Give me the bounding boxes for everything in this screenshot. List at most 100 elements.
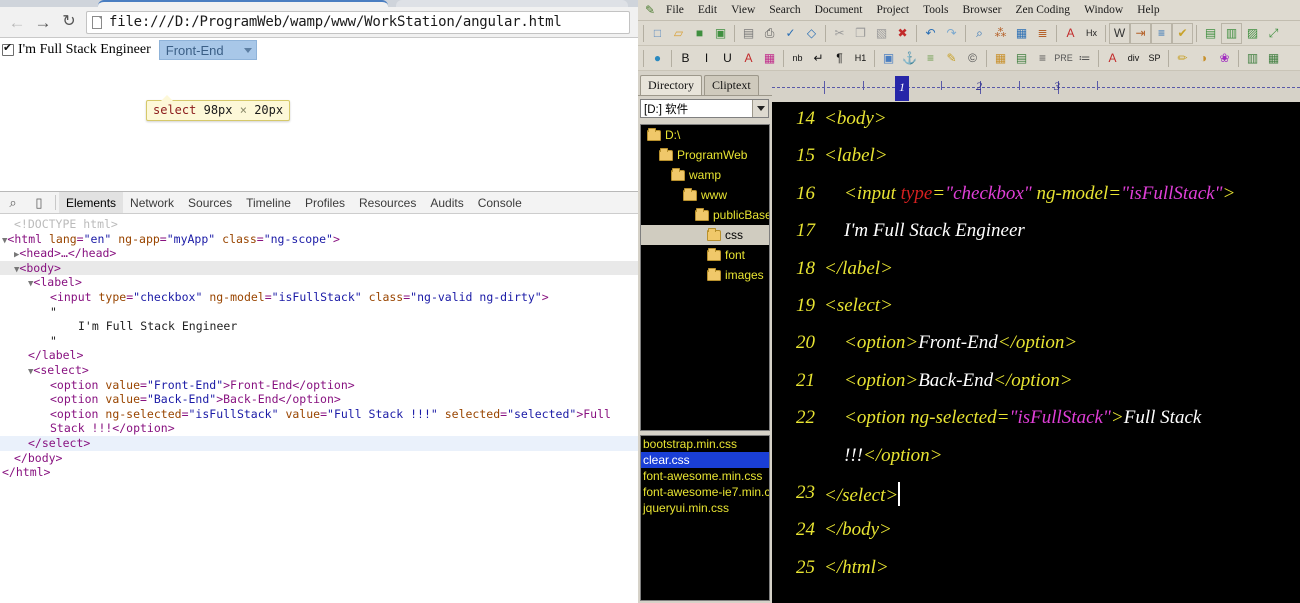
spell-check-icon[interactable]: ✓ xyxy=(780,23,801,44)
tree-node-images[interactable]: images xyxy=(641,265,769,285)
new-file-icon[interactable]: □ xyxy=(647,23,668,44)
code-line[interactable]: 22 <option ng-selected="isFullStack">Full… xyxy=(772,407,1300,444)
tab-elements[interactable]: Elements xyxy=(59,192,124,213)
paragraph-icon[interactable]: ¶ xyxy=(829,48,850,69)
browser-tab-active[interactable] xyxy=(98,0,388,7)
word-wrap-icon[interactable]: W xyxy=(1109,22,1130,44)
goto-line-icon[interactable]: ≣ xyxy=(1032,23,1053,44)
find-in-files-icon[interactable]: ▦ xyxy=(1011,23,1032,44)
form-icon[interactable]: A xyxy=(1102,48,1123,69)
save-icon[interactable]: ■ xyxy=(689,23,710,44)
paste-icon[interactable]: ▧ xyxy=(871,23,892,44)
dom-line-select-close[interactable]: </select> xyxy=(0,435,638,451)
frameset-icon[interactable]: ▦ xyxy=(1263,48,1284,69)
tree-node-css[interactable]: css xyxy=(641,225,769,245)
dom-line-select-open[interactable]: ▼<select> xyxy=(0,363,638,378)
menu-help[interactable]: Help xyxy=(1130,4,1166,16)
bold-icon[interactable]: B xyxy=(675,48,696,69)
address-bar[interactable]: file:///D:/ProgramWeb/wamp/www/WorkStati… xyxy=(86,10,630,34)
tree-node-wamp[interactable]: wamp xyxy=(641,165,769,185)
code-line[interactable]: 19 <select> xyxy=(772,295,1300,332)
font-icon[interactable]: A xyxy=(1060,23,1081,44)
code-line[interactable]: 18 </label> xyxy=(772,258,1300,295)
tree-node-publicbase[interactable]: publicBase xyxy=(641,205,769,225)
full-screen-icon[interactable]: ⤢ xyxy=(1263,23,1284,44)
tree-node-d[interactable]: D:\ xyxy=(641,125,769,145)
save-all-icon[interactable]: ▣ xyxy=(710,23,731,44)
tab-audits[interactable]: Audits xyxy=(423,192,470,213)
dom-line-head[interactable]: ▶<head>…</head> xyxy=(0,246,638,261)
copy-icon[interactable]: ❐ xyxy=(850,23,871,44)
sort-icon[interactable]: ≡ xyxy=(1151,22,1172,44)
code-line[interactable]: 21 <option>Back-End</option> xyxy=(772,370,1300,407)
inspect-icon[interactable]: ⌕ xyxy=(0,192,26,213)
div-icon[interactable]: div xyxy=(1123,48,1144,69)
tab-sources[interactable]: Sources xyxy=(181,192,239,213)
list-icon[interactable]: ≔ xyxy=(1074,48,1095,69)
tab-timeline[interactable]: Timeline xyxy=(239,192,298,213)
dom-line-option-2[interactable]: <option value="Back-End">Back-End</optio… xyxy=(0,392,638,407)
indent-icon[interactable]: ⇥ xyxy=(1130,22,1151,44)
color-palette-icon[interactable]: ▦ xyxy=(759,48,780,69)
code-line[interactable]: 15 <label> xyxy=(772,145,1300,182)
code-line[interactable]: 25 </html> xyxy=(772,557,1300,594)
tab-network[interactable]: Network xyxy=(123,192,181,213)
dom-line-html-open[interactable]: ▼<html lang="en" ng-app="myApp" class="n… xyxy=(0,232,638,247)
full-stack-checkbox[interactable] xyxy=(2,42,14,56)
back-arrow-icon[interactable]: ← xyxy=(4,9,30,35)
menu-document[interactable]: Document xyxy=(808,4,870,16)
menu-file[interactable]: File xyxy=(659,4,691,16)
style-icon[interactable]: ❀ xyxy=(1214,48,1235,69)
dom-line-body-open[interactable]: ▼<body> xyxy=(0,260,638,276)
tab-console[interactable]: Console xyxy=(471,192,529,213)
file-list-item[interactable]: font-awesome-ie7.min.css xyxy=(641,484,769,500)
file-list-item[interactable]: clear.css xyxy=(641,452,769,468)
edit-tag-icon[interactable]: ✏ xyxy=(1172,48,1193,69)
dom-line-input[interactable]: <input type="checkbox" ng-model="isFullS… xyxy=(0,290,638,305)
dom-line-option-3a[interactable]: <option ng-selected="isFullStack" value=… xyxy=(0,407,638,422)
menu-browser[interactable]: Browser xyxy=(955,4,1008,16)
undo-icon[interactable]: ↶ xyxy=(920,23,941,44)
menu-view[interactable]: View xyxy=(724,4,762,16)
frame-icon[interactable]: ▥ xyxy=(1242,48,1263,69)
tab-cliptext[interactable]: Cliptext xyxy=(703,75,759,95)
directory-window-icon[interactable]: ▤ xyxy=(1200,23,1221,44)
underline-icon[interactable]: U xyxy=(717,48,738,69)
reload-icon[interactable]: ↻ xyxy=(56,9,82,35)
dom-line-body-close[interactable]: </body> xyxy=(0,451,638,466)
code-line[interactable]: 20 <option>Front-End</option> xyxy=(772,332,1300,369)
code-line[interactable]: 23 </select> xyxy=(772,481,1300,519)
menu-edit[interactable]: Edit xyxy=(691,4,724,16)
tab-profiles[interactable]: Profiles xyxy=(298,192,352,213)
dom-line-label-close[interactable]: </label> xyxy=(0,348,638,363)
code-line[interactable]: 16 <input type="checkbox" ng-model="isFul… xyxy=(772,183,1300,220)
file-list[interactable]: bootstrap.min.css clear.css font-awesome.m… xyxy=(640,435,770,601)
line-break-icon[interactable]: ↵ xyxy=(808,48,829,69)
tree-node-www[interactable]: www xyxy=(641,185,769,205)
pre-icon[interactable]: PRE xyxy=(1053,48,1074,69)
anchor-icon[interactable]: ⚓ xyxy=(899,48,920,69)
replace-icon[interactable]: ⁂ xyxy=(990,23,1011,44)
delete-icon[interactable]: ✖ xyxy=(892,23,913,44)
horizontal-rule-icon[interactable]: ≡ xyxy=(920,48,941,69)
menu-window[interactable]: Window xyxy=(1077,4,1130,16)
code-line[interactable]: 17 I'm Full Stack Engineer xyxy=(772,220,1300,257)
cut-icon[interactable]: ✂ xyxy=(829,23,850,44)
tree-node-font[interactable]: font xyxy=(641,245,769,265)
code-line[interactable]: 24 </body> xyxy=(772,519,1300,556)
menu-zen-coding[interactable]: Zen Coding xyxy=(1008,4,1077,16)
tab-resources[interactable]: Resources xyxy=(352,192,423,213)
dom-line-html-close[interactable]: </html> xyxy=(0,465,638,480)
device-toolbar-icon[interactable]: ▯ xyxy=(26,192,52,213)
image-icon[interactable]: ▣ xyxy=(878,48,899,69)
heading-icon[interactable]: H1 xyxy=(850,48,871,69)
tab-directory[interactable]: Directory xyxy=(640,75,702,95)
dom-line-option-1[interactable]: <option value="Front-End">Front-End</opt… xyxy=(0,378,638,393)
file-list-item[interactable]: font-awesome.min.css xyxy=(641,468,769,484)
clip-window-icon[interactable]: ▨ xyxy=(1242,23,1263,44)
redo-icon[interactable]: ↷ xyxy=(941,23,962,44)
chevron-down-icon[interactable] xyxy=(752,100,768,117)
dom-line-label-open[interactable]: ▼<label> xyxy=(0,275,638,290)
hex-icon[interactable]: Hx xyxy=(1081,23,1102,44)
print-icon[interactable]: ⎙ xyxy=(759,23,780,44)
